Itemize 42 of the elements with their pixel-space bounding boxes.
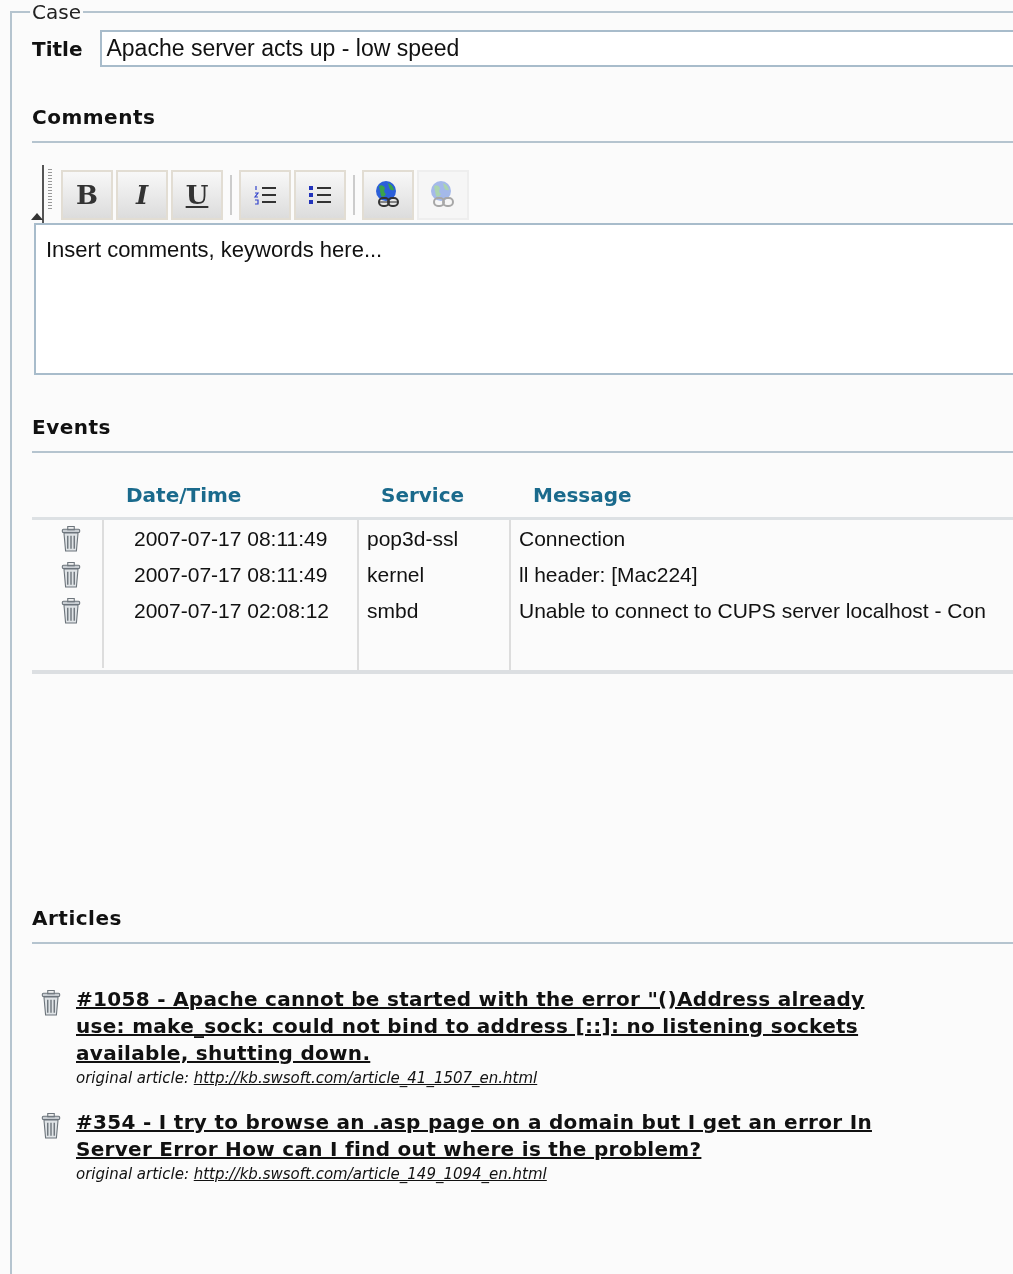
- column-header[interactable]: Service: [359, 483, 511, 507]
- globe-chain-icon: [374, 180, 402, 210]
- column-header[interactable]: Message: [511, 483, 1013, 507]
- column-header[interactable]: Date/Time: [104, 483, 359, 507]
- table-cell-text: Unable to connect to CUPS server localhost - Con: [518, 598, 987, 624]
- case-legend: Case: [30, 0, 83, 24]
- article-link[interactable]: #354 - I try to browse an .asp page on a domain but I get an error In Server Error How can I find out where is the problem?: [76, 1109, 872, 1163]
- insert-link-button[interactable]: [362, 170, 414, 220]
- collapse-icon[interactable]: [30, 211, 44, 221]
- bulleted-list-icon: [308, 184, 332, 206]
- italic-button[interactable]: I: [116, 170, 168, 220]
- article-url-link[interactable]: http://kb.swsoft.com/article_149_1094_en.html: [193, 1165, 547, 1183]
- table-cell: smbd: [359, 592, 511, 628]
- section-heading: Comments: [32, 105, 1013, 143]
- article-link[interactable]: #1058 - Apache cannot be started with the error "()Address already use: make_sock: could not bind to address [::]: no listening sockets available, shutting down.: [76, 986, 865, 1067]
- bulleted-list-button[interactable]: [294, 170, 346, 220]
- trash-icon[interactable]: [60, 562, 82, 588]
- source-label: original article:: [76, 1069, 189, 1087]
- bold-button[interactable]: B: [61, 170, 113, 220]
- trash-icon[interactable]: [60, 526, 82, 552]
- trash-icon[interactable]: [60, 598, 82, 624]
- table-cell: kernel: [359, 556, 511, 592]
- numbered-list-icon: [253, 184, 277, 206]
- article-url-link[interactable]: http://kb.swsoft.com/article_41_1507_en.html: [193, 1069, 538, 1087]
- section-heading: Events: [32, 415, 1013, 453]
- trash-icon[interactable]: [40, 990, 62, 1016]
- section-heading: Articles: [32, 906, 1013, 944]
- comments-field[interactable]: Insert comments, keywords here...: [34, 223, 1013, 375]
- title-label: Title: [32, 36, 83, 61]
- numbered-list-button[interactable]: [239, 170, 291, 220]
- source-label: original article:: [76, 1165, 189, 1183]
- title-field[interactable]: Apache server acts up - low speed: [100, 30, 1013, 67]
- table-cell: pop3d-ssl: [359, 520, 511, 556]
- underline-button[interactable]: U: [171, 170, 223, 220]
- toolbar-grip[interactable]: [48, 169, 52, 209]
- trash-icon[interactable]: [40, 1113, 62, 1139]
- table-cell: 2007-07-17 02:08:12: [104, 592, 359, 628]
- table-cell-text: ll header: [Mac224]: [518, 562, 699, 588]
- table-cell-text: Connection: [518, 526, 627, 552]
- table-cell: 2007-07-17 08:11:49: [104, 556, 359, 592]
- globe-broken-chain-icon: [429, 180, 457, 210]
- table-cell: 2007-07-17 08:11:49: [104, 520, 359, 556]
